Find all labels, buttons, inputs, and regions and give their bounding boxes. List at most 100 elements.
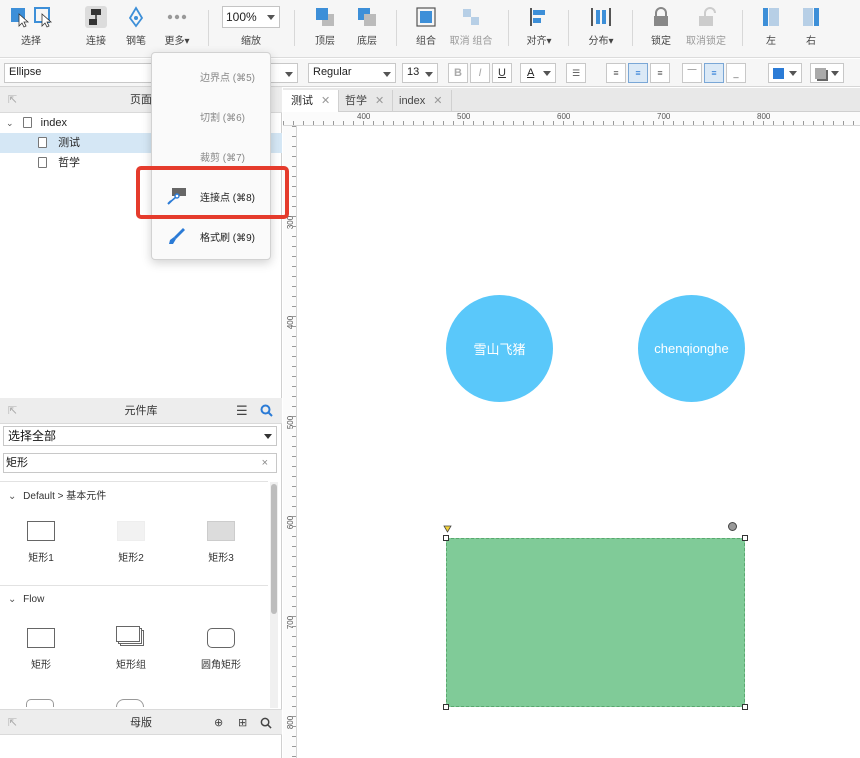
library-search-input[interactable]: 矩形 × — [3, 453, 277, 473]
design-canvas[interactable]: 雪山飞猪 chenqionghe — [298, 127, 860, 758]
zoom-select[interactable]: 100% — [222, 6, 280, 28]
clear-icon[interactable]: × — [262, 454, 268, 472]
italic-button[interactable]: I — [470, 63, 490, 83]
ellipse-shape[interactable]: 雪山飞猪 — [446, 295, 553, 402]
divider — [0, 481, 268, 482]
fill-swatch — [773, 68, 784, 79]
shape-name-value: Ellipse — [9, 66, 42, 78]
rotate-handle[interactable] — [728, 522, 737, 531]
chevron-down-icon[interactable]: ⌄ — [6, 118, 14, 128]
select-tool[interactable]: 选择 — [8, 6, 54, 52]
chevron-down-icon — [267, 15, 275, 20]
align-left-button[interactable]: 左 — [756, 6, 786, 52]
library-item-label: 矩形1 — [28, 553, 54, 564]
valign-middle-button[interactable]: ≡ — [704, 63, 724, 83]
chevron-down-icon: ⌄ — [8, 594, 17, 605]
list-button[interactable]: ☰ — [566, 63, 586, 83]
menu-icon[interactable]: ☰ — [236, 398, 248, 424]
distribute-button[interactable]: 分布▾ — [582, 6, 620, 52]
text-align-right-button[interactable]: ≡ — [650, 63, 670, 83]
menu-item-slice[interactable]: 切割 (⌘6) — [152, 96, 272, 136]
resize-handle[interactable] — [443, 704, 449, 710]
ellipse-text: chenqionghe — [654, 341, 729, 356]
underline-button[interactable]: U — [492, 63, 512, 83]
align-right-button[interactable]: 右 — [796, 6, 826, 52]
ungroup-button[interactable]: 取消 组合 — [448, 6, 494, 52]
library-item[interactable]: 矩形3 — [186, 521, 256, 564]
close-icon[interactable]: ✕ — [321, 95, 330, 107]
add-master-icon[interactable]: ⊕ — [214, 710, 223, 736]
toolbar-divider — [294, 10, 295, 46]
tab-page-2[interactable]: 哲学 ✕ — [337, 90, 394, 112]
search-icon[interactable] — [260, 404, 273, 417]
connect-label: 连接 — [86, 36, 106, 47]
resize-handle[interactable] — [742, 535, 748, 541]
font-style-value: Regular — [313, 66, 352, 78]
text-align-center-button[interactable]: ≡ — [628, 63, 648, 83]
shape-name-select[interactable]: Ellipse — [4, 63, 154, 83]
library-section-header[interactable]: ⌄ Default > 基本元件 — [8, 487, 106, 502]
chevron-down-icon — [383, 72, 391, 77]
text-align-left-button[interactable]: ≡ — [606, 63, 626, 83]
resize-handle[interactable] — [742, 704, 748, 710]
valign-bottom-button[interactable]: _ — [726, 63, 746, 83]
zoom-control[interactable]: 100% 缩放 — [222, 6, 280, 52]
tab-page-1[interactable]: 测试 ✕ — [283, 90, 340, 112]
bring-to-front-button[interactable]: 顶层 — [308, 6, 342, 52]
collapse-icon[interactable]: ⇱ — [8, 87, 17, 113]
collapse-icon[interactable]: ⇱ — [8, 398, 17, 424]
search-icon[interactable] — [260, 717, 272, 729]
library-select[interactable]: 选择全部 — [3, 426, 277, 446]
menu-item-format-painter[interactable]: 格式刷 (⌘9) — [152, 216, 272, 256]
ellipse-shape[interactable]: chenqionghe — [638, 295, 745, 402]
library-item-partial — [116, 699, 144, 707]
distribute-icon — [591, 8, 611, 26]
group-button[interactable]: 组合 — [410, 6, 442, 52]
font-style-select[interactable]: Regular — [308, 63, 396, 83]
valign-top-button[interactable]: ⎺ — [682, 63, 702, 83]
font-size-select[interactable]: 13 — [402, 63, 438, 83]
fill-color-button[interactable] — [768, 63, 802, 83]
unlock-button[interactable]: 取消锁定 — [684, 6, 728, 52]
font-family-select[interactable] — [270, 63, 298, 83]
library-item[interactable]: 圆角矩形 — [186, 628, 256, 671]
toolbar-divider — [742, 10, 743, 46]
add-folder-icon[interactable]: ⊞ — [238, 710, 247, 736]
pages-panel-title: 页面 — [130, 94, 152, 106]
library-item[interactable]: 矩形2 — [96, 521, 166, 564]
close-icon[interactable]: ✕ — [375, 95, 384, 107]
toolbar-divider — [632, 10, 633, 46]
tab-page-3[interactable]: index ✕ — [391, 90, 452, 112]
tree-item-label: 哲学 — [58, 157, 81, 169]
ruler-label: 400 — [357, 112, 371, 121]
collapse-icon[interactable]: ⇱ — [8, 710, 17, 736]
text-color-button[interactable]: A — [520, 63, 556, 83]
shadow-icon — [815, 68, 826, 79]
chevron-down-icon — [425, 72, 433, 77]
bold-button[interactable]: B — [448, 63, 468, 83]
rectangle-shape[interactable] — [446, 538, 745, 707]
library-item[interactable]: 矩形 — [6, 628, 76, 671]
pen-tool[interactable]: 钢笔 — [122, 6, 150, 52]
more-tool[interactable]: 更多▾ — [160, 6, 194, 52]
connect-tool[interactable]: 连接 — [82, 6, 110, 52]
text-color-label: A — [527, 67, 535, 79]
ruler-ticks — [283, 121, 860, 125]
lock-button[interactable]: 锁定 — [644, 6, 678, 52]
library-item[interactable]: 矩形1 — [6, 521, 76, 564]
send-to-back-button[interactable]: 底层 — [350, 6, 384, 52]
toolbar-divider — [568, 10, 569, 46]
close-icon[interactable]: ✕ — [433, 95, 442, 107]
library-item-label: 矩形2 — [118, 553, 144, 564]
corner-radius-handle-icon[interactable] — [443, 525, 452, 533]
main-toolbar: 选择 连接 钢笔 更多▾ 100% 缩放 顶层 底层 组合 取消 组合 对齐▾ … — [0, 0, 860, 58]
more-icon — [167, 14, 187, 20]
library-item[interactable]: 矩形组 — [96, 626, 166, 671]
menu-item-boundary-points[interactable]: 边界点 (⌘5) — [152, 56, 272, 96]
library-section-header[interactable]: ⌄ Flow — [8, 594, 44, 605]
align-button[interactable]: 对齐▾ — [522, 6, 556, 52]
resize-handle[interactable] — [443, 535, 449, 541]
scrollbar-track[interactable] — [270, 482, 278, 708]
shadow-button[interactable] — [810, 63, 844, 83]
scrollbar-thumb[interactable] — [271, 484, 277, 614]
